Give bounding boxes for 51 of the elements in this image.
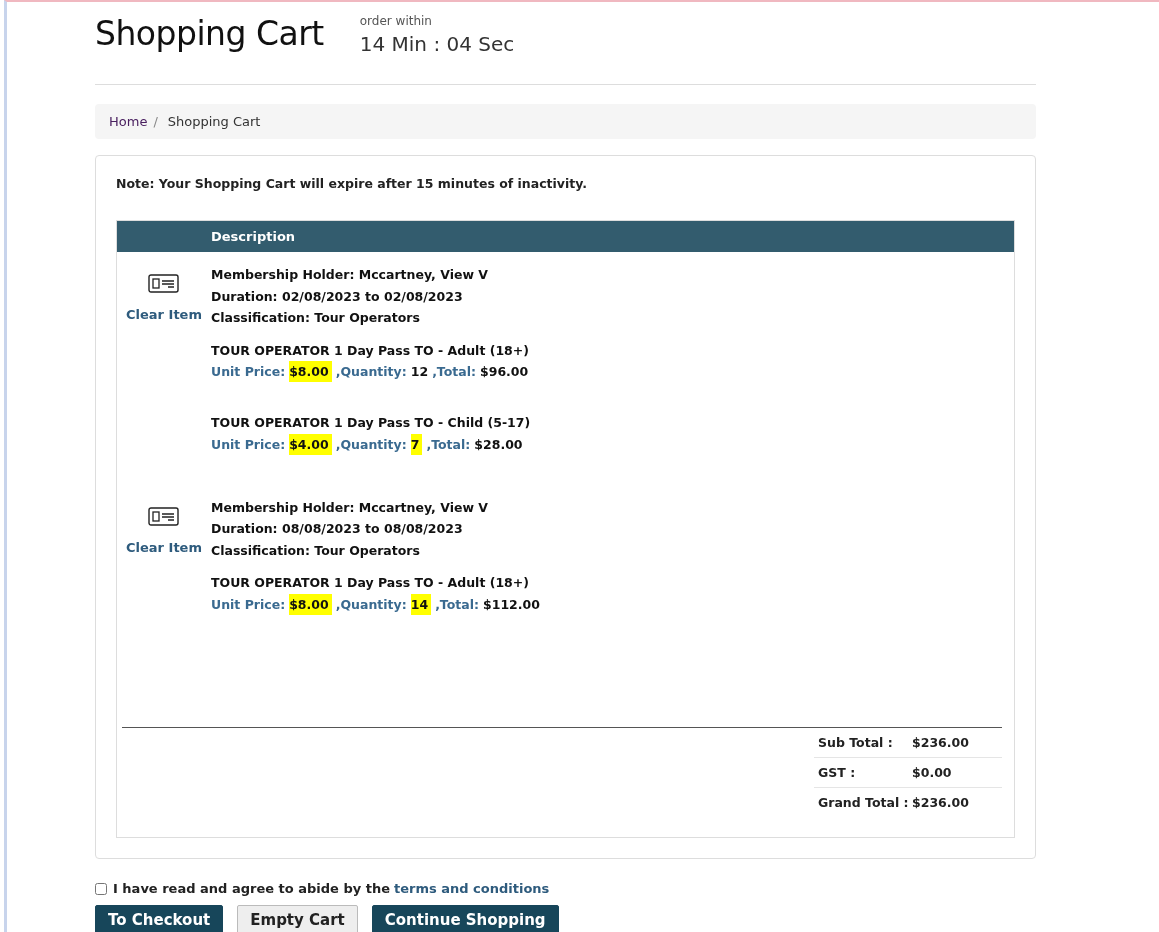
item-detail: Classification: Tour Operators xyxy=(211,541,421,560)
unit-price: $8.00 xyxy=(289,593,332,615)
expiry-note: Note: Your Shopping Cart will expire after 15 minutes of inactivity. xyxy=(116,176,588,191)
terms-checkbox[interactable] xyxy=(95,882,107,895)
quantity-label: ,Quantity: xyxy=(335,595,407,614)
terms-text: I have read and agree to abide by the xyxy=(113,881,390,896)
timer-label: order within xyxy=(359,14,433,28)
total-label: ,Total: xyxy=(435,595,480,614)
quantity-value: 7 xyxy=(410,433,423,455)
id-card-icon xyxy=(148,274,180,294)
total-label: GST : xyxy=(818,765,857,780)
item-detail: Duration: 02/08/2023 to 02/08/2023 xyxy=(211,287,464,306)
total-label: ,Total: xyxy=(426,435,471,454)
total-value: $0.00 xyxy=(912,765,952,780)
quantity-value: 12 xyxy=(410,363,429,381)
total-value: $236.00 xyxy=(912,735,969,750)
unit-price-label: Unit Price: xyxy=(211,435,286,454)
terms-link[interactable]: terms and conditions xyxy=(394,881,550,896)
quantity-value: 14 xyxy=(410,593,432,615)
unit-price: $8.00 xyxy=(289,361,332,382)
pass-name: TOUR OPERATOR 1 Day Pass TO - Adult (18+) xyxy=(211,574,530,592)
item-detail: Classification: Tour Operators xyxy=(211,309,421,327)
item-detail: Membership Holder: Mccartney, View V xyxy=(211,498,489,517)
quantity-label: ,Quantity: xyxy=(335,435,407,454)
item-detail: Membership Holder: Mccartney, View V xyxy=(211,266,489,284)
clear-item-link[interactable]: Clear Item xyxy=(126,539,202,555)
id-card-icon xyxy=(148,506,180,527)
breadcrumb-item[interactable]: Home xyxy=(109,114,148,129)
unit-price: $4.00 xyxy=(289,433,332,455)
pass-name: TOUR OPERATOR 1 Day Pass TO - Child (5-17) xyxy=(211,414,531,432)
action-button[interactable]: Empty Cart xyxy=(237,905,358,932)
column-header: Description xyxy=(211,229,296,244)
countdown-timer: 14 Min : 04 Sec xyxy=(359,32,515,56)
total-value: $236.00 xyxy=(912,795,969,810)
quantity-label: ,Quantity: xyxy=(335,363,407,381)
total-label: Grand Total : xyxy=(818,795,910,810)
total-label: Sub Total : xyxy=(818,735,894,750)
breadcrumb-separator: / xyxy=(153,114,158,129)
clear-item-link[interactable]: Clear Item xyxy=(126,307,202,322)
breadcrumb-item: Shopping Cart xyxy=(167,114,261,129)
unit-price-label: Unit Price: xyxy=(211,363,286,381)
item-detail: Duration: 08/08/2023 to 08/08/2023 xyxy=(211,520,464,538)
line-total: $28.00 xyxy=(474,435,523,454)
action-button[interactable]: To Checkout xyxy=(95,905,224,932)
pass-name: TOUR OPERATOR 1 Day Pass TO - Adult (18+) xyxy=(211,341,530,360)
action-button[interactable]: Continue Shopping xyxy=(371,905,559,932)
unit-price-label: Unit Price: xyxy=(211,595,286,614)
line-total: $96.00 xyxy=(480,363,529,381)
line-total: $112.00 xyxy=(483,595,540,614)
page-title: Shopping Cart xyxy=(95,14,324,53)
total-label: ,Total: xyxy=(432,363,477,381)
